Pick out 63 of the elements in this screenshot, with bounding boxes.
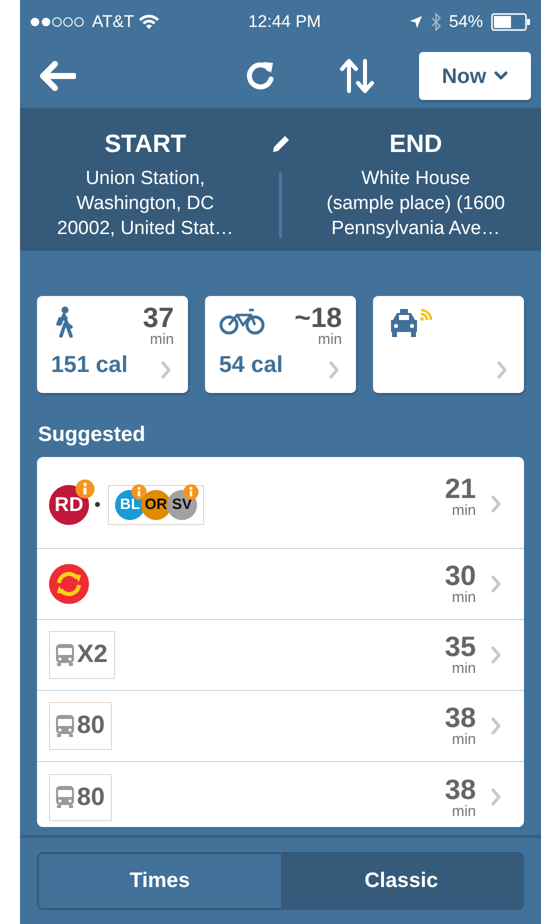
duration-unit: min bbox=[316, 332, 342, 348]
duration-unit: min bbox=[450, 502, 476, 518]
section-title: Suggested bbox=[37, 422, 146, 448]
duration-unit: min bbox=[450, 732, 476, 748]
route-row[interactable]: X2 35 min bbox=[37, 620, 524, 691]
bus-icon bbox=[55, 785, 75, 810]
duration-unit: min bbox=[148, 332, 174, 348]
travel-mode-card[interactable]: 37 min 151 cal bbox=[37, 296, 188, 394]
duration-unit: min bbox=[450, 590, 476, 606]
travel-mode-card[interactable] bbox=[373, 296, 524, 394]
duration-value: 37 bbox=[142, 304, 174, 332]
info-icon bbox=[131, 484, 147, 500]
duration-unit: min bbox=[450, 804, 476, 819]
chevron-right-icon bbox=[490, 646, 502, 664]
end-label: END bbox=[388, 129, 444, 160]
travel-mode-card[interactable]: ~18 min 54 cal bbox=[205, 296, 356, 394]
chevron-right-icon bbox=[490, 788, 502, 806]
back-arrow-icon[interactable] bbox=[38, 60, 76, 92]
calories-value: 151 cal bbox=[51, 350, 128, 379]
caret-icon bbox=[494, 71, 508, 82]
route-row[interactable]: 80 38 min bbox=[37, 690, 524, 762]
separator-dot bbox=[95, 502, 100, 508]
view-tab[interactable]: Classic bbox=[280, 854, 522, 908]
battery-percent: 54% bbox=[448, 11, 483, 34]
chevron-right-icon bbox=[490, 494, 502, 513]
bluetooth-icon bbox=[430, 13, 441, 32]
chevron-right-icon bbox=[160, 361, 172, 380]
time-dropdown-button[interactable]: Now bbox=[419, 52, 531, 100]
pencil-icon[interactable] bbox=[270, 134, 290, 154]
bus-icon bbox=[55, 642, 75, 667]
route-row[interactable]: 80 38 min bbox=[37, 762, 524, 827]
duration-value: 21 bbox=[444, 474, 476, 503]
line-badge: OR bbox=[141, 490, 171, 520]
start-label: START bbox=[104, 129, 187, 160]
chevron-right-icon bbox=[490, 574, 502, 593]
start-address[interactable]: Union Station, Washington, DC 20002, United Stat… bbox=[30, 166, 260, 252]
route-number: 80 bbox=[77, 782, 105, 813]
duration-value: 38 bbox=[444, 776, 476, 804]
duration-value: ~18 bbox=[294, 304, 342, 332]
duration-value: 30 bbox=[444, 562, 476, 590]
wifi-icon bbox=[138, 14, 160, 30]
route-row[interactable]: RD BL OR SV 21 min bbox=[37, 456, 524, 549]
battery-icon bbox=[491, 13, 531, 32]
chevron-right-icon bbox=[496, 361, 508, 380]
end-address[interactable]: White House (sample place) (1600 Pennsylvania Ave… bbox=[300, 166, 531, 252]
bus-icon bbox=[55, 714, 75, 738]
swap-arrows-icon[interactable] bbox=[339, 57, 375, 96]
clock-time: 12:44 PM bbox=[247, 11, 322, 34]
route-number: 80 bbox=[77, 710, 105, 742]
location-arrow-icon bbox=[408, 15, 423, 30]
duration-unit: min bbox=[450, 661, 476, 676]
route-number: X2 bbox=[77, 639, 108, 670]
info-icon bbox=[75, 478, 95, 499]
route-row[interactable]: 30 min bbox=[37, 548, 524, 620]
circulator-icon bbox=[49, 564, 89, 604]
info-icon bbox=[183, 484, 199, 500]
duration-value: 38 bbox=[444, 704, 476, 732]
carrier-name: AT&T bbox=[92, 11, 134, 34]
bicycle-icon bbox=[219, 306, 265, 336]
calories-value: 54 cal bbox=[219, 350, 283, 379]
chevron-right-icon bbox=[328, 361, 340, 380]
chevron-right-icon bbox=[490, 716, 502, 735]
duration-value: 35 bbox=[444, 633, 476, 662]
